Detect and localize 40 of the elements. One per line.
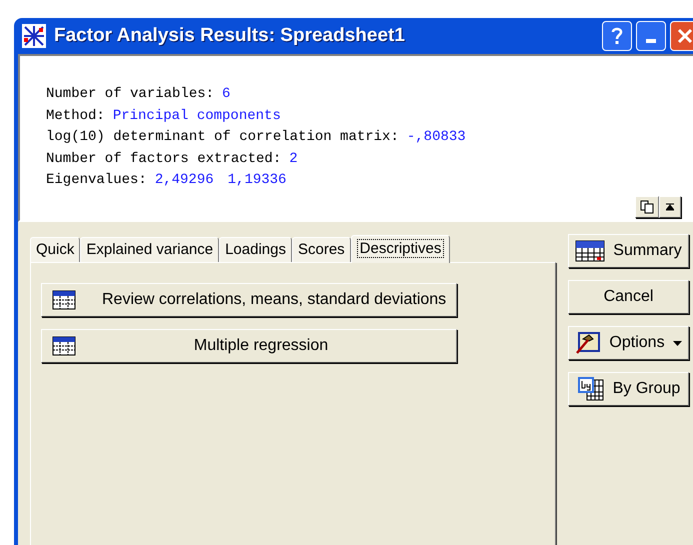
output-value: 6 (222, 85, 230, 104)
help-icon (611, 27, 623, 45)
action-button[interactable]: Review correlations, means, standard deviations (41, 283, 457, 317)
tab[interactable]: Quick (30, 237, 80, 262)
app-icon (22, 24, 46, 48)
action-button[interactable]: Multiple regression (41, 329, 457, 363)
dropdown-icon (672, 340, 682, 346)
copy-icon (640, 200, 654, 214)
output-label: Number of variables: (46, 85, 214, 104)
output-value: 2,49296 (154, 171, 214, 190)
close-icon (677, 28, 693, 44)
table-icon (52, 336, 76, 356)
output-label: log(10) determinant of correlation matrix: (46, 128, 399, 147)
collapse-button[interactable] (659, 196, 681, 218)
hammer-icon (575, 331, 602, 355)
tab[interactable]: Loadings (219, 237, 292, 262)
tab[interactable]: Scores (292, 237, 351, 262)
group-icon (576, 376, 605, 402)
output-value: -,80833 (406, 128, 466, 147)
side-button[interactable]: Cancel (568, 280, 689, 314)
close-button[interactable] (670, 21, 693, 51)
output-value: 2 (289, 150, 298, 168)
table-icon (52, 290, 76, 310)
side-button[interactable]: Summary (568, 234, 689, 268)
grid-icon (575, 240, 606, 262)
help-button[interactable] (602, 21, 632, 51)
tab[interactable]: Descriptives (350, 235, 450, 263)
output-label: Number of factors extracted: (46, 150, 282, 168)
collapse-icon (666, 203, 674, 211)
side-button[interactable]: By Group (568, 372, 689, 406)
output-label: Eigenvalues: (46, 171, 147, 190)
output-label: Method: (46, 106, 105, 126)
side-button[interactable]: Options (568, 326, 689, 360)
minimize-button[interactable] (636, 21, 666, 51)
tab[interactable]: Explained variance (80, 237, 220, 262)
minimize-icon (646, 39, 656, 43)
copy-button[interactable] (635, 196, 659, 218)
output-value: 1,19336 (228, 171, 286, 190)
window-title: Factor Analysis Results: Spreadsheet1 (54, 24, 405, 48)
output-value: Principal components (112, 106, 281, 126)
